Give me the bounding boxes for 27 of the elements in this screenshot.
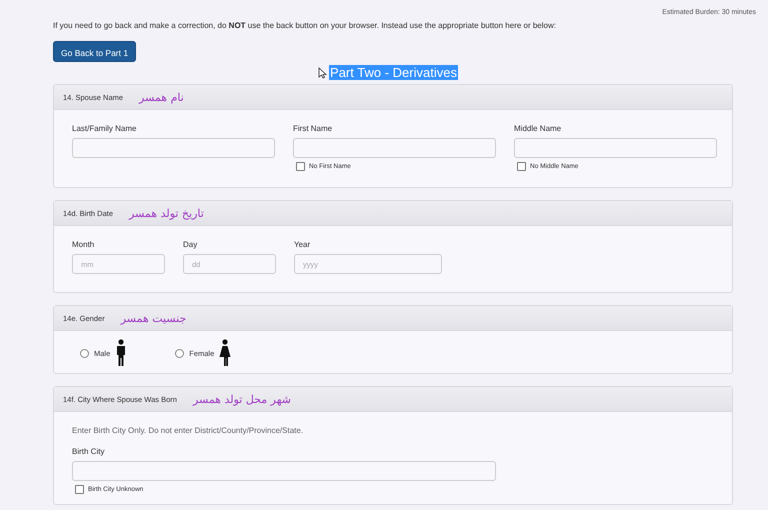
checkbox[interactable]: [296, 162, 305, 171]
part-title: Part Two - Derivatives: [329, 65, 458, 80]
field-label: Day: [183, 240, 198, 249]
text-field[interactable]: [293, 138, 496, 158]
checkbox[interactable]: [75, 485, 84, 494]
persian-annotation: شهر محل تولد همسر: [192, 392, 292, 406]
radio-button[interactable]: [175, 348, 184, 358]
field-label: Birth City: [72, 447, 106, 456]
text-field[interactable]: [72, 138, 275, 158]
field-label: Month: [72, 240, 96, 249]
man-icon: [115, 339, 128, 367]
radio-button[interactable]: [80, 348, 89, 358]
checkbox[interactable]: [517, 162, 526, 171]
persian-annotation: نام همسر: [139, 90, 184, 104]
woman-icon: [219, 339, 232, 367]
back-button[interactable]: Go Back to Part 1: [53, 41, 136, 62]
persian-annotation: تاریخ تولد همسر: [129, 206, 204, 220]
text-field[interactable]: [514, 138, 717, 158]
field-label: Middle Name: [514, 124, 562, 133]
field-label: First Name: [293, 124, 334, 133]
cursor-icon: [318, 66, 328, 78]
correction-notice: If you need to go back and make a correction, do NOT use the back button on your browser. Instead use the appropriate button here or below:: [53, 21, 557, 30]
text-field[interactable]: [72, 461, 496, 481]
instruction-text: Enter Birth City Only. Do not enter District/County/Province/State.: [72, 426, 304, 435]
persian-annotation: جنسیت همسر: [120, 312, 186, 324]
field-label: Last/Family Name: [72, 124, 138, 133]
field-label: Year: [294, 240, 312, 249]
